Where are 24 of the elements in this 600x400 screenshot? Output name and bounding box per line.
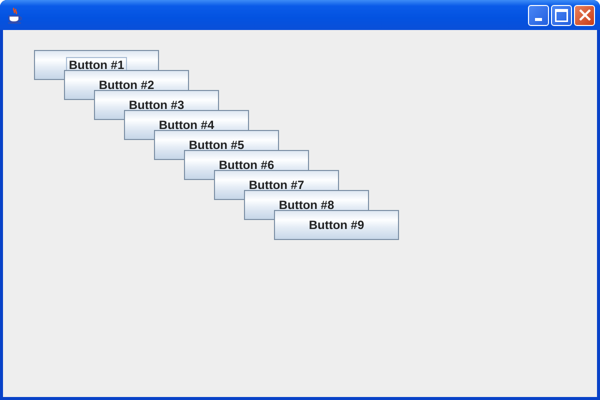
push-button[interactable]: Button #3 xyxy=(94,90,219,110)
maximize-button[interactable] xyxy=(551,4,572,26)
maximize-icon xyxy=(555,8,568,22)
push-button[interactable]: Button #9 xyxy=(274,210,399,240)
coffee-cup-icon xyxy=(7,6,23,24)
button-edge xyxy=(244,210,274,220)
minimize-icon xyxy=(535,18,542,20)
push-button[interactable]: Button #6 xyxy=(184,150,309,170)
close-button[interactable] xyxy=(574,4,595,26)
push-button[interactable]: Button #1 xyxy=(34,50,159,70)
button-edge xyxy=(34,70,64,80)
push-button[interactable]: Button #5 xyxy=(154,130,279,150)
button-edge xyxy=(214,190,244,200)
button-edge xyxy=(154,150,184,160)
minimize-button[interactable] xyxy=(528,4,549,26)
button-edge xyxy=(94,110,124,120)
button-edge xyxy=(124,130,154,140)
close-icon xyxy=(578,9,590,21)
push-button[interactable]: Button #2 xyxy=(64,70,189,90)
button-edge xyxy=(64,90,94,100)
push-button[interactable]: Button #8 xyxy=(244,190,369,210)
button-edge xyxy=(184,170,214,180)
push-button[interactable]: Button #4 xyxy=(124,110,249,130)
push-button[interactable]: Button #7 xyxy=(214,170,339,190)
